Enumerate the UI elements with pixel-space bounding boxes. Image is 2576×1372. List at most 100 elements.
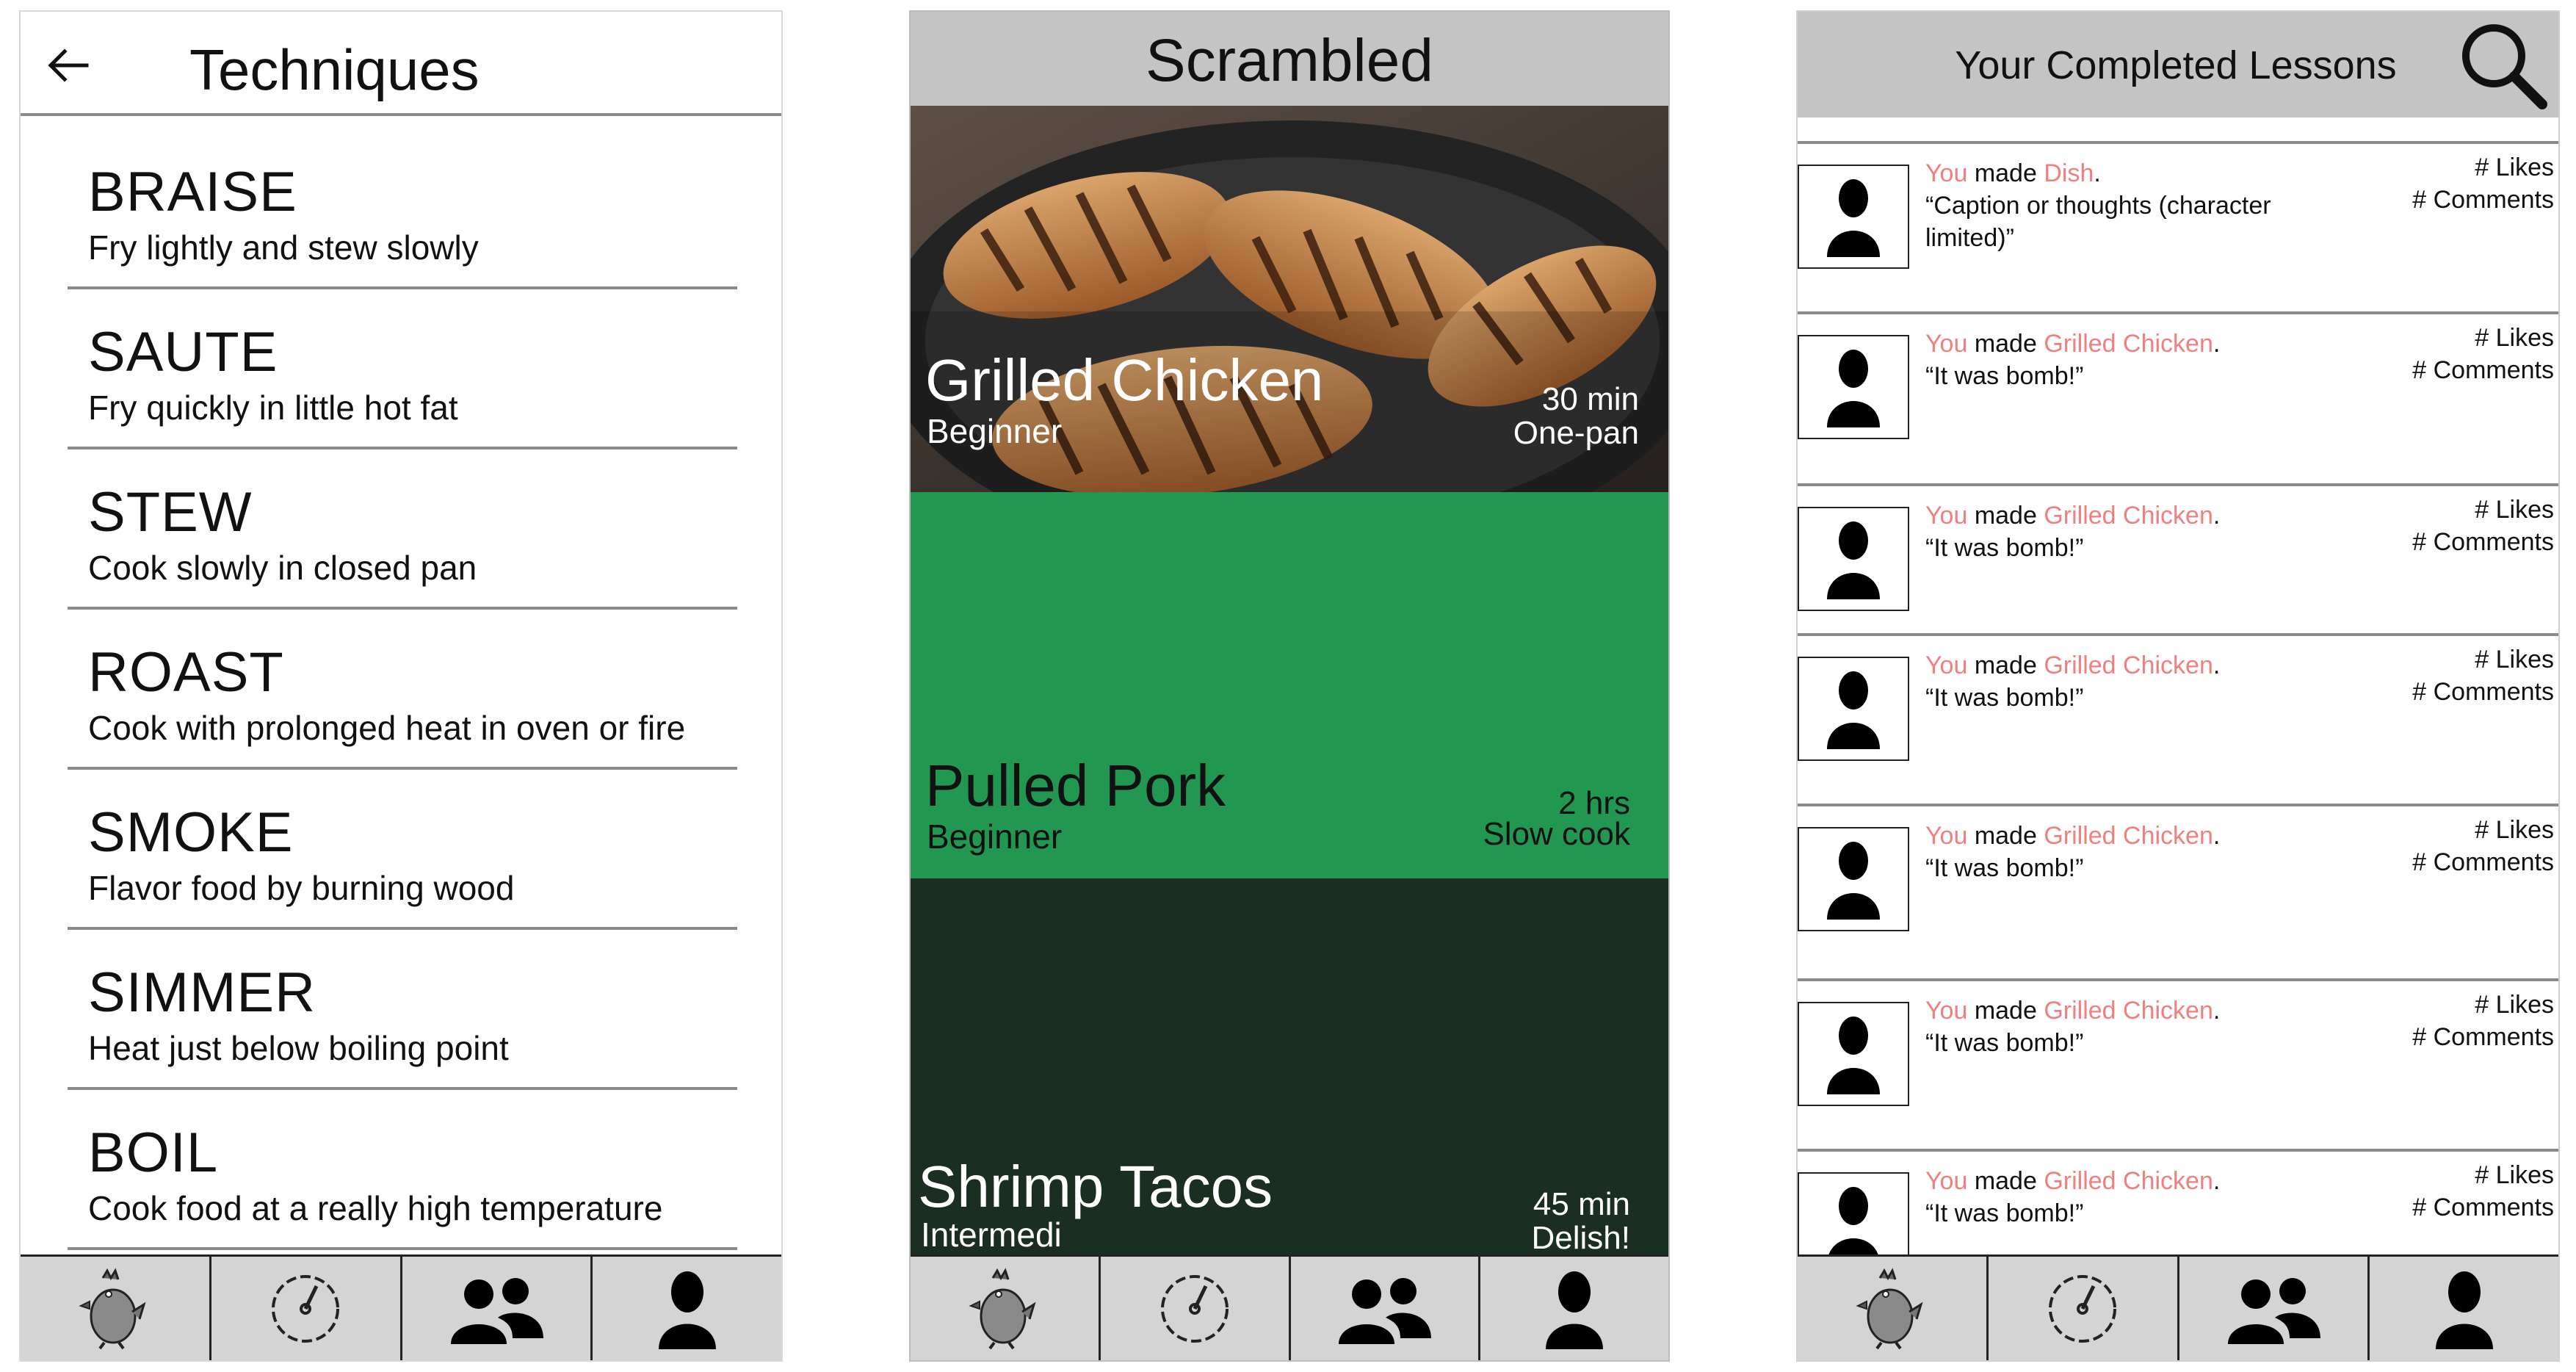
- lessons-header: Your Completed Lessons: [1798, 12, 2558, 118]
- avatar: [1798, 507, 1909, 611]
- comments-count[interactable]: # Comments: [2412, 1021, 2554, 1053]
- post-period: .: [2213, 822, 2221, 850]
- technique-item[interactable]: ROAST Cook with prolonged heat in oven o…: [68, 613, 737, 770]
- back-arrow-icon[interactable]: [46, 47, 90, 84]
- likes-count[interactable]: # Likes: [2412, 1159, 2554, 1191]
- user-avatar-icon: [1827, 842, 1880, 920]
- technique-desc: Fry lightly and stew slowly: [88, 228, 479, 267]
- lesson-post[interactable]: You made Grilled Chicken. “It was bomb!”…: [1798, 633, 2558, 787]
- nav-friends[interactable]: [402, 1257, 593, 1360]
- comments-count[interactable]: # Comments: [2412, 526, 2554, 558]
- user-avatar-icon: [1827, 521, 1880, 599]
- recipe-card-grilled-chicken[interactable]: Grilled Chicken Beginner 30 min One-pan: [911, 106, 1668, 492]
- post-you: You: [1925, 330, 1968, 358]
- post-you: You: [1925, 997, 1968, 1025]
- post-period: .: [2094, 159, 2101, 187]
- post-text: You made Grilled Chicken. “It was bomb!”: [1925, 820, 2337, 884]
- likes-count[interactable]: # Likes: [2412, 322, 2554, 354]
- likes-count[interactable]: # Likes: [2412, 494, 2554, 526]
- nav-timer[interactable]: [1101, 1257, 1291, 1360]
- post-dish[interactable]: Grilled Chicken: [2044, 822, 2213, 850]
- profile-icon: [658, 1271, 716, 1349]
- lesson-post[interactable]: You made Dish. “Caption or thoughts (cha…: [1798, 141, 2558, 295]
- post-made: made: [1974, 997, 2037, 1025]
- likes-count[interactable]: # Likes: [2412, 151, 2554, 184]
- post-text: You made Dish. “Caption or thoughts (cha…: [1925, 157, 2337, 254]
- technique-item[interactable]: SAUTE Fry quickly in little hot fat: [68, 292, 737, 449]
- lesson-post[interactable]: You made Grilled Chicken. “It was bomb!”…: [1798, 804, 2558, 958]
- post-text: You made Grilled Chicken. “It was bomb!”: [1925, 649, 2337, 714]
- post-dish[interactable]: Grilled Chicken: [2044, 651, 2213, 679]
- post-dish[interactable]: Grilled Chicken: [2044, 1167, 2213, 1195]
- nav-chicken[interactable]: [1798, 1257, 1989, 1360]
- technique-name: BRAISE: [88, 161, 297, 223]
- technique-item[interactable]: STEW Cook slowly in closed pan: [68, 452, 737, 610]
- post-stats: # Likes # Comments: [2412, 151, 2554, 216]
- technique-desc: Flavor food by burning wood: [88, 869, 515, 907]
- technique-name: SIMMER: [88, 961, 316, 1024]
- nav-profile[interactable]: [1480, 1257, 1668, 1360]
- post-made: made: [1974, 651, 2037, 679]
- lesson-post[interactable]: You made Grilled Chicken. “It was bomb!”…: [1798, 978, 2558, 1133]
- nav-friends[interactable]: [1291, 1257, 1481, 1360]
- comments-count[interactable]: # Comments: [2412, 354, 2554, 386]
- technique-item[interactable]: SIMMER Heat just below boiling point: [68, 933, 737, 1090]
- bottom-nav: [21, 1254, 781, 1360]
- post-stats: # Likes # Comments: [2412, 643, 2554, 708]
- chicken-icon: [969, 1267, 1036, 1349]
- post-dish[interactable]: Dish: [2044, 159, 2094, 187]
- user-avatar-icon: [1827, 350, 1880, 427]
- recipe-card-shrimp-tacos[interactable]: Shrimp Tacos Intermedi 45 min Delish!: [911, 878, 1668, 1260]
- post-you: You: [1925, 822, 1968, 850]
- technique-name: STEW: [88, 481, 253, 544]
- recipe-tag: Delish!: [1531, 1220, 1631, 1256]
- post-dish[interactable]: Grilled Chicken: [2044, 997, 2213, 1025]
- timer-icon: [2049, 1274, 2117, 1343]
- likes-count[interactable]: # Likes: [2412, 989, 2554, 1021]
- technique-desc: Fry quickly in little hot fat: [88, 389, 458, 427]
- nav-profile[interactable]: [2370, 1257, 2558, 1360]
- scrambled-header: Scrambled: [911, 12, 1668, 106]
- comments-count[interactable]: # Comments: [2412, 676, 2554, 708]
- comments-count[interactable]: # Comments: [2412, 846, 2554, 878]
- likes-count[interactable]: # Likes: [2412, 814, 2554, 846]
- user-avatar-icon: [1827, 1017, 1880, 1094]
- post-dish[interactable]: Grilled Chicken: [2044, 502, 2213, 530]
- page-title: Scrambled: [1146, 27, 1433, 94]
- nav-chicken[interactable]: [21, 1257, 211, 1360]
- nav-profile[interactable]: [593, 1257, 781, 1360]
- technique-desc: Cook food at a really high temperature: [88, 1189, 663, 1227]
- post-text: You made Grilled Chicken. “It was bomb!”: [1925, 328, 2337, 392]
- technique-item[interactable]: SMOKE Flavor food by burning wood: [68, 773, 737, 930]
- lesson-post[interactable]: You made Grilled Chicken. “It was bomb!”…: [1798, 311, 2558, 466]
- technique-name: ROAST: [88, 641, 284, 704]
- nav-timer[interactable]: [1989, 1257, 2179, 1360]
- post-made: made: [1974, 330, 2037, 358]
- post-text: You made Grilled Chicken. “It was bomb!”: [1925, 994, 2337, 1059]
- technique-desc: Cook with prolonged heat in oven or fire: [88, 709, 686, 747]
- nav-chicken[interactable]: [911, 1257, 1101, 1360]
- comments-count[interactable]: # Comments: [2412, 1191, 2554, 1224]
- avatar: [1798, 335, 1909, 439]
- post-caption: “It was bomb!”: [1925, 534, 2084, 562]
- post-caption: “It was bomb!”: [1925, 1199, 2084, 1227]
- post-you: You: [1925, 159, 1968, 187]
- recipe-name: Grilled Chicken: [925, 347, 1324, 413]
- lesson-post[interactable]: You made Grilled Chicken. “It was bomb!”…: [1798, 483, 2558, 638]
- technique-name: BOIL: [88, 1122, 219, 1184]
- post-you: You: [1925, 1167, 1968, 1195]
- avatar: [1798, 1002, 1909, 1106]
- nav-timer[interactable]: [211, 1257, 402, 1360]
- recipe-level: Intermedi: [921, 1216, 1062, 1254]
- profile-icon: [2435, 1271, 2493, 1349]
- likes-count[interactable]: # Likes: [2412, 643, 2554, 676]
- recipe-card-pulled-pork[interactable]: Pulled Pork Beginner 2 hrs Slow cook: [911, 492, 1668, 878]
- user-avatar-icon: [1827, 1187, 1880, 1265]
- search-icon[interactable]: [2456, 18, 2548, 110]
- technique-item[interactable]: BOIL Cook food at a really high temperat…: [68, 1093, 737, 1250]
- technique-item[interactable]: BRAISE Fry lightly and stew slowly: [68, 132, 737, 289]
- post-dish[interactable]: Grilled Chicken: [2044, 330, 2213, 358]
- post-period: .: [2213, 997, 2221, 1025]
- nav-friends[interactable]: [2179, 1257, 2370, 1360]
- comments-count[interactable]: # Comments: [2412, 184, 2554, 216]
